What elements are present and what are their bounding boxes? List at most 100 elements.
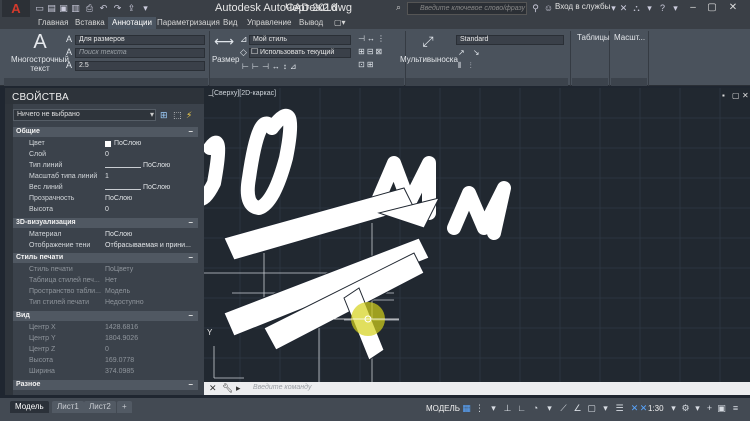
tab-model[interactable]: Модель bbox=[10, 401, 49, 413]
pickadd-icon[interactable]: ⊞ bbox=[160, 110, 168, 121]
tab-home[interactable]: Главная bbox=[34, 17, 72, 29]
scale-dropdown-icon[interactable]: ▾ bbox=[668, 403, 679, 414]
leader-group-footer[interactable] bbox=[406, 78, 568, 86]
ortho-icon[interactable]: ∟ bbox=[516, 403, 527, 414]
customization-menu-icon[interactable]: ≡ bbox=[730, 403, 741, 414]
property-value[interactable]: Нет bbox=[105, 277, 117, 284]
text-group-footer[interactable] bbox=[4, 78, 208, 86]
selection-select[interactable]: Ничего не выбрано bbox=[13, 109, 156, 121]
multileader-icon[interactable]: ⤢ bbox=[418, 33, 438, 50]
dimension-icon[interactable]: ⟷ bbox=[214, 33, 234, 50]
property-value[interactable]: ПоСлою bbox=[114, 140, 141, 147]
property-value[interactable]: Отбрасываемая и прини... bbox=[105, 242, 191, 249]
selection-dropdown-icon[interactable]: ▾ bbox=[150, 110, 154, 119]
text-style-select[interactable]: Для размеров bbox=[75, 35, 205, 45]
model-space-button[interactable]: МОДЕЛЬ bbox=[426, 404, 460, 413]
login-button[interactable]: Вход в службы bbox=[555, 2, 610, 11]
section-plot-style[interactable]: Стиль печати – bbox=[13, 253, 198, 263]
section-general[interactable]: Общие – bbox=[13, 127, 198, 137]
binoculars-icon[interactable]: ⌕ bbox=[396, 2, 406, 14]
workspace-dropdown-icon[interactable]: ▾ bbox=[692, 403, 703, 414]
tab-output[interactable]: Вывод bbox=[295, 17, 327, 29]
dim-tools-icon[interactable]: ⊢⊢⊣↔↕⊿ bbox=[242, 62, 300, 71]
isodraft-icon[interactable]: ⟋ bbox=[558, 403, 569, 414]
dim-update-icon[interactable]: ⊡⊞ bbox=[358, 60, 375, 69]
help-dropdown-icon[interactable]: ▾ bbox=[644, 3, 655, 14]
command-close-icon[interactable]: ✕ bbox=[209, 383, 217, 394]
workspace-gear-icon[interactable]: ⚙ bbox=[680, 403, 691, 414]
property-value[interactable]: ПоСлою bbox=[105, 231, 132, 238]
exchange-icon[interactable]: ✕ bbox=[618, 3, 629, 14]
drawing-canvas[interactable] bbox=[204, 88, 750, 395]
section-3d-visualization[interactable]: 3D-визуализация – bbox=[13, 218, 198, 228]
help-menu-icon[interactable]: ▾ bbox=[670, 3, 681, 14]
command-prompt-icon[interactable]: ▸ bbox=[236, 383, 241, 394]
add-layout-button[interactable]: + bbox=[117, 401, 132, 413]
search-button-icon[interactable]: ⚲ bbox=[530, 3, 541, 14]
dimension-group-footer[interactable] bbox=[210, 78, 404, 86]
user-icon[interactable]: ☺ bbox=[543, 3, 554, 14]
annotation-scale[interactable]: 1:30 bbox=[648, 404, 664, 413]
help-icon[interactable]: ? bbox=[657, 3, 668, 14]
autocad-logo-icon[interactable]: A bbox=[2, 0, 30, 17]
redo-icon[interactable]: ↷ bbox=[112, 3, 123, 14]
scale-group-footer[interactable] bbox=[611, 78, 647, 86]
clean-screen-icon[interactable]: ▣ bbox=[716, 403, 727, 414]
tab-view[interactable]: Вид bbox=[219, 17, 241, 29]
tab-parametric[interactable]: Параметризация bbox=[153, 17, 224, 29]
print-icon[interactable]: ⎙ bbox=[84, 3, 95, 14]
property-value[interactable]: ПоЦвету bbox=[105, 266, 133, 273]
tab-annotate[interactable]: Аннотации bbox=[108, 17, 156, 29]
mleader-style-select[interactable]: Standard bbox=[456, 35, 564, 45]
polar-dropdown-icon[interactable]: ▾ bbox=[544, 403, 555, 414]
polar-icon[interactable]: ◔ bbox=[530, 403, 541, 414]
select-objects-icon[interactable]: ⬚ bbox=[173, 110, 182, 121]
viewport-controls-label[interactable]: [Сверху][2D-каркас] bbox=[212, 90, 276, 97]
connect-icon[interactable]: ⛬ bbox=[631, 3, 642, 14]
property-value[interactable]: ПоСлою bbox=[143, 184, 170, 191]
close-icon[interactable]: ✕ bbox=[726, 1, 740, 15]
text-height-select[interactable]: 2.5 bbox=[75, 61, 205, 71]
share-icon[interactable]: ⇪ bbox=[126, 3, 137, 14]
tables-button[interactable]: Таблицы bbox=[577, 33, 610, 42]
property-value[interactable]: 0 bbox=[105, 206, 109, 213]
scale-button[interactable]: Масшт... bbox=[614, 33, 645, 42]
minimize-icon[interactable]: – bbox=[686, 1, 700, 15]
dimension-button[interactable]: Размер bbox=[212, 55, 240, 64]
osnap-tracking-icon[interactable]: ∠ bbox=[572, 403, 583, 414]
command-input[interactable]: Введите команду bbox=[253, 384, 311, 391]
undo-icon[interactable]: ↶ bbox=[98, 3, 109, 14]
dim-layer-select[interactable]: Использовать текущий bbox=[249, 48, 351, 58]
property-value[interactable]: ПоСлою bbox=[143, 162, 170, 169]
maximize-icon[interactable]: ▢ bbox=[705, 1, 719, 15]
quick-access-dropdown-icon[interactable]: ▾ bbox=[140, 3, 151, 14]
property-value[interactable]: 1428.6816 bbox=[105, 324, 138, 331]
osnap-icon[interactable]: ▢ bbox=[586, 403, 597, 414]
palette-side-strip[interactable] bbox=[5, 104, 13, 395]
section-view[interactable]: Вид – bbox=[13, 311, 198, 321]
multiline-text-button[interactable]: Многострочный текст bbox=[10, 55, 70, 73]
viewport-maximize-icon[interactable]: ▢ bbox=[732, 91, 740, 100]
quick-select-icon[interactable]: ⚡ bbox=[186, 110, 192, 121]
leader-add-icon[interactable]: ↗ ↘ bbox=[458, 48, 483, 57]
property-value[interactable]: 1 bbox=[105, 173, 109, 180]
property-value[interactable]: ПоСлою bbox=[105, 195, 132, 202]
section-misc[interactable]: Разное – bbox=[13, 380, 198, 390]
snap-dropdown-icon[interactable]: ▾ bbox=[488, 403, 499, 414]
property-value[interactable]: 374.0985 bbox=[105, 368, 134, 375]
property-value[interactable]: 1804.9026 bbox=[105, 335, 138, 342]
leader-align-icon[interactable]: ⫴ ⫶ bbox=[458, 61, 475, 71]
tab-insert[interactable]: Вставка bbox=[71, 17, 109, 29]
grid-icon[interactable]: ▦ bbox=[461, 403, 472, 414]
property-value[interactable]: 169.0778 bbox=[105, 357, 134, 364]
viewport-minimize-icon[interactable]: ▪ bbox=[722, 91, 725, 100]
viewport-close-icon[interactable]: ✕ bbox=[742, 91, 749, 100]
lineweight-icon[interactable]: ☰ bbox=[614, 403, 625, 414]
property-value[interactable]: 0 bbox=[105, 346, 109, 353]
tab-manage[interactable]: Управление bbox=[243, 17, 295, 29]
find-text-input[interactable]: Поиск текста bbox=[75, 48, 205, 58]
multileader-button[interactable]: Мультивыноска bbox=[400, 55, 458, 64]
property-value[interactable]: Недоступно bbox=[105, 299, 144, 306]
dim-adjust-icon[interactable]: ⊞⊟⊠ bbox=[358, 47, 384, 56]
new-file-icon[interactable]: ▭ bbox=[34, 3, 45, 14]
